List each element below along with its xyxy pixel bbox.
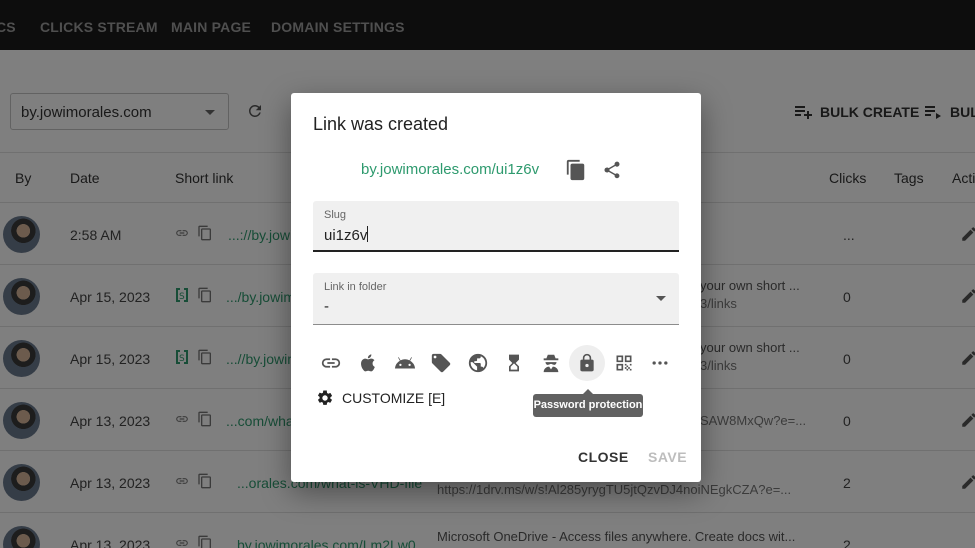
hourglass-icon[interactable]: [496, 345, 532, 381]
tag-icon[interactable]: [423, 345, 459, 381]
globe-icon[interactable]: [460, 345, 496, 381]
apple-icon[interactable]: [350, 345, 386, 381]
copy-icon[interactable]: [565, 159, 587, 181]
android-icon[interactable]: [387, 345, 423, 381]
link-icon[interactable]: [313, 345, 349, 381]
customize-label: CUSTOMIZE [E]: [342, 390, 446, 406]
qr-code-icon[interactable]: [606, 345, 642, 381]
link-created-dialog: Link was created by.jowimorales.com/ui1z…: [291, 93, 701, 482]
spy-icon[interactable]: [533, 345, 569, 381]
created-short-link[interactable]: by.jowimorales.com/ui1z6v: [361, 161, 539, 178]
slug-field[interactable]: Slug ui1z6v: [313, 201, 679, 252]
folder-value: -: [324, 298, 329, 315]
lock-icon[interactable]: [569, 345, 605, 381]
chevron-down-icon: [656, 296, 666, 301]
slug-input[interactable]: ui1z6v: [324, 226, 368, 244]
slug-label: Slug: [324, 209, 347, 221]
dialog-title: Link was created: [313, 114, 449, 134]
folder-select[interactable]: Link in folder -: [313, 273, 679, 325]
link-options-toolbar: [313, 345, 683, 381]
gear-icon: [317, 390, 333, 405]
folder-label: Link in folder: [324, 281, 387, 293]
password-protection-tooltip: Password protection: [533, 389, 643, 417]
share-icon[interactable]: [602, 159, 622, 181]
close-button[interactable]: CLOSE: [578, 449, 629, 465]
save-button[interactable]: SAVE: [648, 449, 687, 465]
more-icon[interactable]: [642, 345, 678, 381]
customize-button[interactable]: CUSTOMIZE [E]: [316, 389, 445, 407]
